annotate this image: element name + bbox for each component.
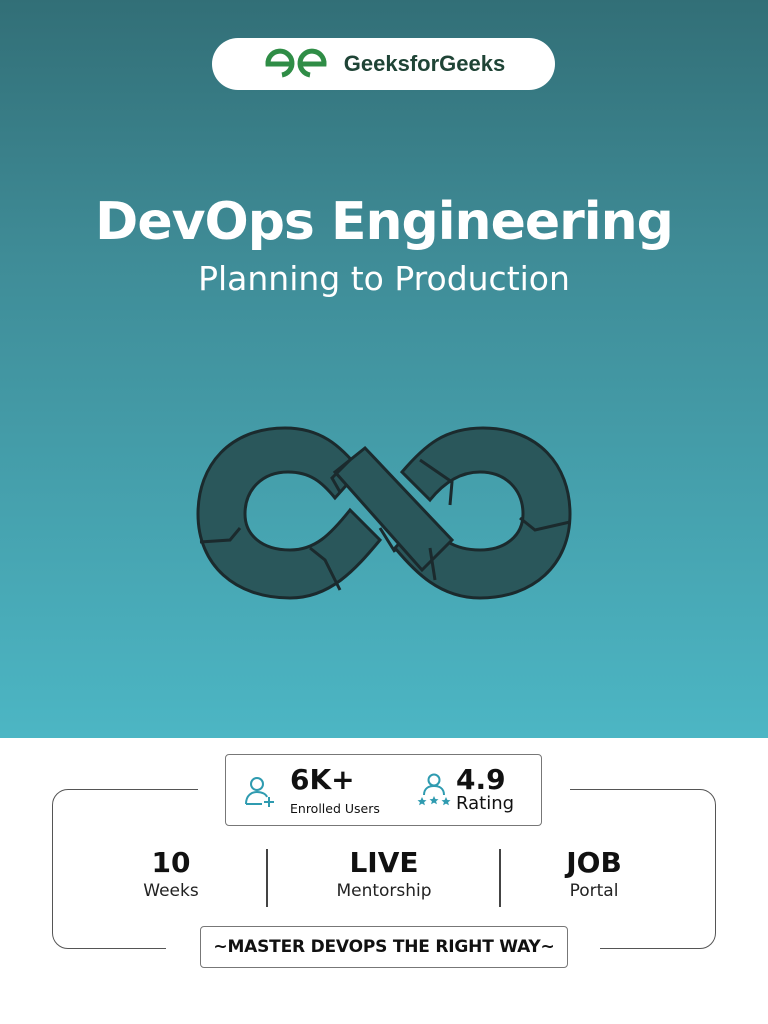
enrolled-value: 6K+ bbox=[290, 763, 355, 796]
weeks-label: Weeks bbox=[143, 881, 199, 901]
stat-rating: 4.9 Rating bbox=[386, 755, 541, 825]
feature-job-portal: JOB Portal bbox=[494, 846, 694, 902]
devops-infinity-icon bbox=[196, 426, 572, 600]
stats-box: 6K+ Enrolled Users 4.9 Rating bbox=[225, 754, 542, 826]
job-label: Portal bbox=[569, 881, 619, 901]
rating-label: Rating bbox=[456, 793, 515, 814]
feature-weeks: 10 Weeks bbox=[71, 846, 271, 902]
brand-name: GeeksforGeeks bbox=[343, 51, 506, 76]
mentorship-label: Mentorship bbox=[336, 881, 432, 901]
motto-banner: ~MASTER DEVOPS THE RIGHT WAY~ bbox=[200, 926, 568, 968]
user-plus-icon bbox=[245, 777, 274, 807]
page-subtitle: Planning to Production bbox=[198, 259, 570, 298]
geeksforgeeks-logo-icon bbox=[265, 48, 327, 78]
mentorship-value: LIVE bbox=[349, 846, 419, 879]
stat-enrolled: 6K+ Enrolled Users bbox=[226, 755, 386, 825]
weeks-value: 10 bbox=[151, 846, 191, 879]
rating-value: 4.9 bbox=[456, 763, 506, 796]
job-value: JOB bbox=[566, 846, 622, 879]
user-stars-icon bbox=[417, 773, 451, 806]
divider bbox=[266, 849, 268, 907]
page-title: DevOps Engineering bbox=[95, 192, 674, 252]
feature-mentorship: LIVE Mentorship bbox=[284, 846, 484, 902]
enrolled-label: Enrolled Users bbox=[290, 801, 380, 816]
hero-banner: GeeksforGeeks DevOps Engineering Plannin… bbox=[0, 0, 768, 738]
brand-logo: GeeksforGeeks bbox=[212, 38, 555, 90]
